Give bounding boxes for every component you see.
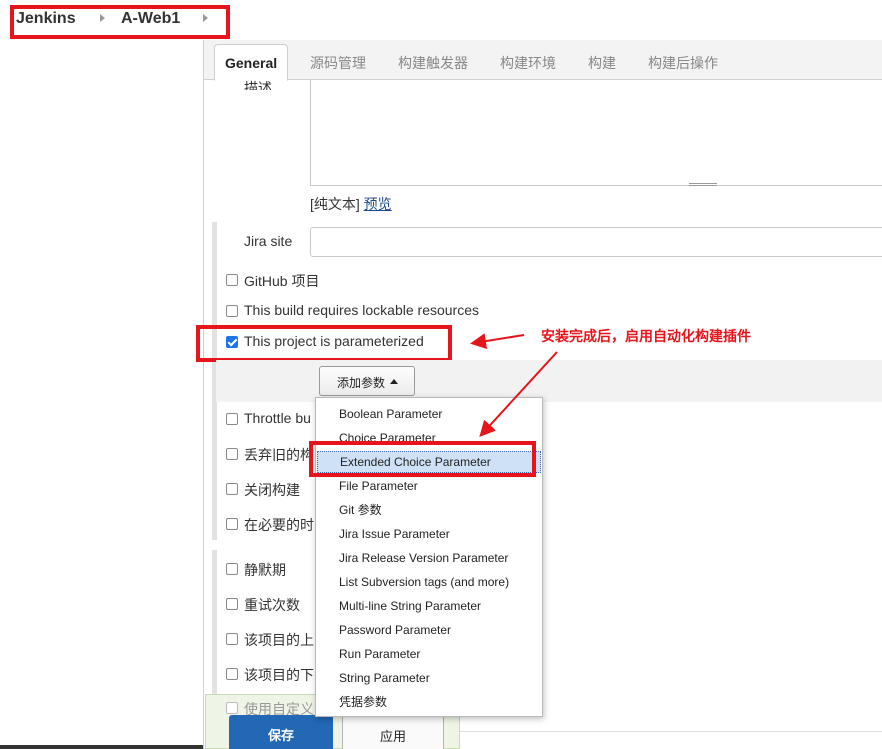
tab-general[interactable]: General [214, 44, 289, 81]
resize-grip-icon[interactable] [689, 183, 717, 186]
config-tabbar: General 源码管理 构建触发器 构建环境 构建 构建后操作 [204, 40, 882, 81]
tab-build[interactable]: 构建 [588, 53, 616, 73]
plain-text-label: [纯文本] [310, 196, 360, 212]
concurrent-checkbox[interactable] [226, 518, 238, 530]
lockable-resources-checkbox[interactable] [226, 305, 238, 317]
tab-build-environment[interactable]: 构建环境 [500, 53, 556, 73]
tab-source-code[interactable]: 源码管理 [310, 53, 366, 73]
highlight-box-extended-choice [309, 441, 536, 477]
menu-item-credentials-parameter[interactable]: 凭据参数 [317, 691, 541, 713]
custom-workspace-checkbox[interactable] [226, 702, 238, 714]
arrow-to-parameterized-icon [470, 333, 525, 350]
menu-item-git-parameter[interactable]: Git 参数 [317, 499, 541, 521]
discard-old-checkbox[interactable] [226, 448, 238, 460]
retry-count-label: 重试次数 [244, 597, 300, 613]
tab-post-build[interactable]: 构建后操作 [648, 53, 718, 73]
description-label: 描述 [244, 80, 272, 90]
section-bar-advanced [212, 550, 217, 710]
disable-build-checkbox[interactable] [226, 483, 238, 495]
disable-build-label: 关闭构建 [244, 482, 300, 498]
caret-up-icon [390, 379, 398, 384]
add-parameter-label: 添加参数 [337, 376, 386, 390]
menu-item-jira-issue-parameter[interactable]: Jira Issue Parameter [317, 523, 541, 545]
apply-button[interactable]: 应用 [342, 715, 444, 749]
retry-count-checkbox[interactable] [226, 598, 238, 610]
menu-item-password-parameter[interactable]: Password Parameter [317, 619, 541, 641]
block-downstream-label: 该项目的下 [244, 667, 314, 683]
github-project-checkbox[interactable] [226, 274, 238, 286]
preview-link[interactable]: 预览 [364, 196, 392, 212]
github-project-label: GitHub 项目 [244, 273, 320, 289]
throttle-checkbox[interactable] [226, 413, 238, 425]
menu-item-boolean-parameter[interactable]: Boolean Parameter [317, 403, 541, 425]
lockable-resources-label: This build requires lockable resources [244, 302, 479, 318]
jira-site-input[interactable] [310, 227, 882, 257]
menu-item-string-parameter[interactable]: String Parameter [317, 667, 541, 689]
menu-item-list-subversion-tags[interactable]: List Subversion tags (and more) [317, 571, 541, 593]
block-upstream-label: 该项目的上 [244, 632, 314, 648]
divider [460, 731, 882, 732]
menu-item-run-parameter[interactable]: Run Parameter [317, 643, 541, 665]
content-divider [203, 40, 204, 749]
add-parameter-button[interactable]: 添加参数 [319, 366, 415, 396]
menu-item-multiline-string-parameter[interactable]: Multi-line String Parameter [317, 595, 541, 617]
description-textarea[interactable] [310, 80, 882, 186]
menu-item-file-parameter[interactable]: File Parameter [317, 475, 541, 497]
annotation-text: 安装完成后，启用自动化构建插件 [541, 328, 751, 344]
throttle-label: Throttle bu [244, 410, 311, 426]
tab-build-triggers[interactable]: 构建触发器 [398, 53, 468, 73]
block-downstream-checkbox[interactable] [226, 668, 238, 680]
parameter-definitions-area [216, 360, 882, 402]
concurrent-label: 在必要的时 [244, 517, 314, 533]
highlight-box-parameterized [196, 325, 452, 362]
description-format: [纯文本] 预览 [310, 194, 392, 214]
quiet-period-label: 静默期 [244, 562, 286, 578]
jenkins-config-page: Jenkins A-Web1 General 源码管理 构建触发器 构建环境 构… [0, 0, 882, 749]
menu-item-jira-release-version-parameter[interactable]: Jira Release Version Parameter [317, 547, 541, 569]
save-button[interactable]: 保存 [229, 715, 333, 749]
window-edge [0, 745, 203, 749]
block-upstream-checkbox[interactable] [226, 633, 238, 645]
quiet-period-checkbox[interactable] [226, 563, 238, 575]
jira-site-label: Jira site [244, 233, 293, 249]
discard-old-label: 丢弃旧的构 [244, 447, 314, 463]
highlight-box-breadcrumb [10, 5, 230, 39]
